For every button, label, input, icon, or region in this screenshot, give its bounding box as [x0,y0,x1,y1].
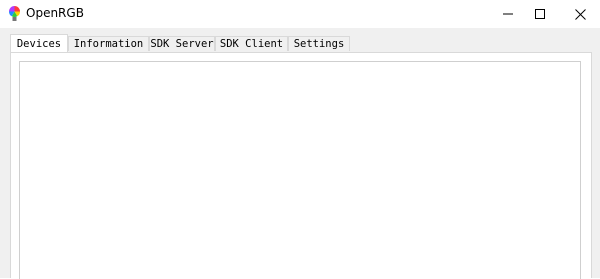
title-bar[interactable]: OpenRGB [0,0,600,28]
window-title: OpenRGB [26,6,84,20]
close-icon [574,8,586,20]
tab-label: Devices [16,37,62,50]
close-button[interactable] [560,0,600,28]
tab-content-pane [10,52,592,279]
minimize-icon [503,13,513,15]
openrgb-logo-icon [8,5,21,23]
app-window: OpenRGB Devices Information SDK Server S… [0,0,600,279]
maximize-icon [535,9,545,19]
tab-label: Settings [293,38,345,50]
tab-label: Information [73,38,144,50]
tab-label: SDK Server [150,38,214,50]
tab-sdk-client[interactable]: SDK Client [215,36,288,51]
tab-settings[interactable]: Settings [288,36,350,51]
tab-devices[interactable]: Devices [10,34,68,52]
device-list[interactable] [19,61,581,279]
tab-sdk-server[interactable]: SDK Server [149,36,215,51]
maximize-button[interactable] [520,0,560,28]
tab-bar: Devices Information SDK Server SDK Clien… [8,34,588,52]
tab-label: SDK Client [219,38,284,50]
tab-information[interactable]: Information [68,36,149,51]
